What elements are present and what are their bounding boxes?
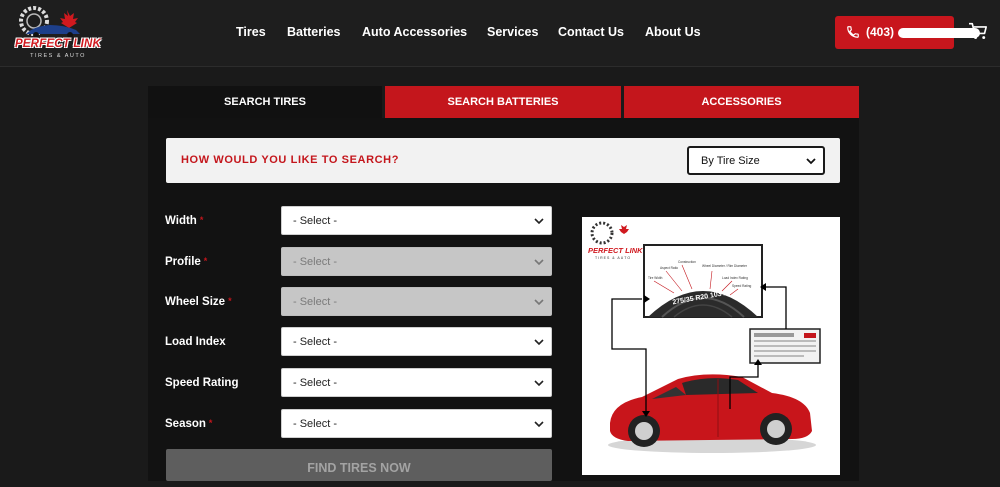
- profile-select-value: - Select -: [293, 256, 338, 268]
- tire-diagram-illustration: PERFECT LINK TIRES & AUTO 275/35 R20 103…: [588, 221, 821, 453]
- callout-aspect-ratio: Aspect Ratio: [660, 266, 678, 270]
- nav-tires[interactable]: Tires: [236, 25, 266, 39]
- wheel-size-label-text: Wheel Size: [165, 296, 226, 308]
- diagram-logo: PERFECT LINK TIRES & AUTO: [588, 221, 643, 260]
- load-index-label: Load Index: [165, 336, 226, 348]
- season-label: Season *: [165, 418, 212, 430]
- width-label-text: Width: [165, 215, 197, 227]
- search-mode-bar: HOW WOULD YOU LIKE TO SEARCH? By Tire Si…: [166, 138, 840, 183]
- nav-auto-accessories[interactable]: Auto Accessories: [362, 25, 467, 39]
- logo-emblem: [19, 6, 80, 38]
- callout-load-index: Load Index Rating: [722, 276, 748, 280]
- speed-rating-select[interactable]: - Select -: [281, 368, 552, 397]
- width-label: Width *: [165, 215, 203, 227]
- required-mark: *: [203, 256, 208, 266]
- site-logo[interactable]: PERFECT LINK TIRES & AUTO: [12, 6, 104, 62]
- load-index-select-value: - Select -: [293, 336, 338, 348]
- profile-select[interactable]: - Select -: [281, 247, 552, 276]
- profile-label: Profile *: [165, 256, 207, 268]
- nav-services[interactable]: Services: [487, 25, 538, 39]
- phone-button[interactable]: (403): [835, 16, 980, 49]
- tab-search-batteries[interactable]: SEARCH BATTERIES: [385, 86, 621, 118]
- phone-icon: [847, 26, 859, 38]
- chevron-down-icon: [534, 299, 544, 306]
- required-mark: *: [199, 215, 204, 225]
- search-tabs: SEARCH TIRES SEARCH BATTERIES ACCESSORIE…: [148, 86, 859, 118]
- tab-search-tires[interactable]: SEARCH TIRES: [148, 86, 382, 118]
- chevron-down-icon: [534, 339, 544, 346]
- chevron-down-icon: [534, 380, 544, 387]
- search-mode-value: By Tire Size: [701, 155, 760, 167]
- site-header: PERFECT LINK TIRES & AUTO Tires Batterie…: [0, 0, 1000, 67]
- profile-label-text: Profile: [165, 256, 201, 268]
- season-select[interactable]: - Select -: [281, 409, 552, 438]
- diagram-logo-tagline: TIRES & AUTO: [595, 256, 631, 260]
- wheel-size-select-value: - Select -: [293, 296, 338, 308]
- callout-construction: Construction: [678, 260, 696, 264]
- logo-brand-text: PERFECT LINK: [14, 38, 102, 50]
- speed-rating-label: Speed Rating: [165, 377, 238, 389]
- nav-about-us[interactable]: About Us: [645, 25, 701, 39]
- speed-rating-select-value: - Select -: [293, 377, 338, 389]
- load-index-select[interactable]: - Select -: [281, 327, 552, 356]
- wheel-size-select[interactable]: - Select -: [281, 287, 552, 316]
- tire-size-diagram: PERFECT LINK TIRES & AUTO 275/35 R20 103…: [582, 217, 840, 475]
- load-index-label-text: Load Index: [165, 336, 226, 348]
- callout-wheel-diameter: Wheel Diameter / Rim Diameter: [702, 264, 748, 268]
- chevron-down-icon: [806, 158, 816, 165]
- search-mode-select[interactable]: By Tire Size: [687, 146, 825, 175]
- callout-tire-width: Tire Width: [648, 276, 663, 280]
- find-tires-button[interactable]: FIND TIRES NOW: [166, 449, 552, 481]
- tab-accessories[interactable]: ACCESSORIES: [624, 86, 859, 118]
- phone-number: (403): [866, 25, 895, 39]
- chevron-down-icon: [534, 218, 544, 225]
- required-mark: *: [208, 418, 213, 428]
- callout-speed-rating: Speed Rating: [732, 284, 752, 288]
- wheel-size-label: Wheel Size *: [165, 296, 232, 308]
- width-select[interactable]: - Select -: [281, 206, 552, 235]
- nav-contact-us[interactable]: Contact Us: [558, 25, 624, 39]
- search-question: HOW WOULD YOU LIKE TO SEARCH?: [181, 154, 400, 166]
- speed-rating-label-text: Speed Rating: [165, 377, 239, 389]
- chevron-down-icon: [534, 421, 544, 428]
- cart-icon[interactable]: [968, 22, 988, 40]
- season-select-value: - Select -: [293, 418, 338, 430]
- diagram-logo-brand: PERFECT LINK: [588, 246, 643, 255]
- width-select-value: - Select -: [293, 215, 338, 227]
- required-mark: *: [228, 296, 232, 306]
- logo-tagline: TIRES & AUTO: [30, 53, 86, 59]
- season-label-text: Season: [165, 418, 206, 430]
- nav-batteries[interactable]: Batteries: [287, 25, 341, 39]
- chevron-down-icon: [534, 259, 544, 266]
